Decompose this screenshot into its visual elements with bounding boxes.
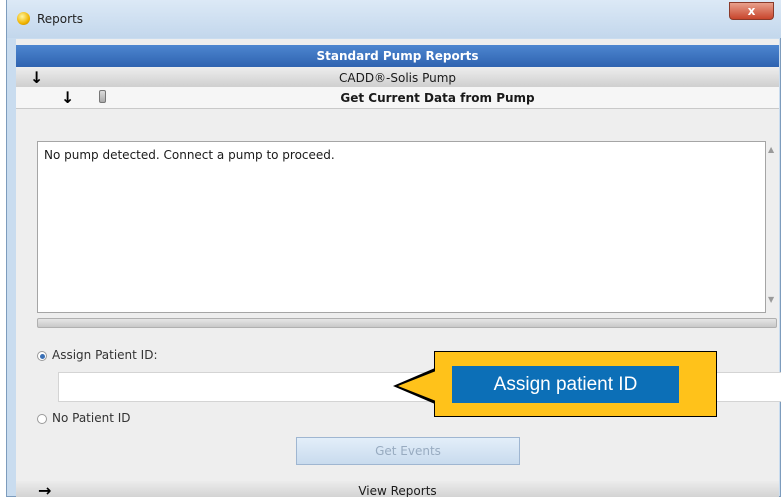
pump-row[interactable]: ↓ CADD®-Solis Pump — [16, 68, 779, 88]
close-button[interactable]: x — [729, 2, 774, 20]
assign-patient-id-label: Assign Patient ID: — [52, 348, 158, 362]
view-reports-label: View Reports — [358, 484, 437, 497]
callout-annotation: Assign patient ID — [434, 351, 717, 417]
callout-label: Assign patient ID — [452, 366, 679, 403]
view-reports-row[interactable]: → View Reports — [16, 481, 779, 497]
title-bar: Reports x — [7, 0, 781, 38]
get-current-data-label: Get Current Data from Pump — [340, 91, 535, 105]
app-icon — [17, 12, 30, 25]
reports-content: Standard Pump Reports ↓ CADD®-Solis Pump… — [16, 39, 781, 497]
assign-patient-id-radio[interactable] — [37, 351, 47, 361]
get-current-data-row[interactable]: ↓ Get Current Data from Pump — [16, 87, 779, 109]
scroll-up-icon[interactable]: ▲ — [768, 145, 774, 154]
no-patient-id-label: No Patient ID — [52, 411, 131, 425]
no-patient-id-radio[interactable] — [37, 414, 47, 424]
pump-row-label: CADD®-Solis Pump — [338, 71, 457, 85]
reports-window: Reports x Standard Pump Reports ↓ CADD®-… — [6, 0, 781, 497]
get-events-button[interactable]: Get Events — [296, 437, 520, 465]
status-message: No pump detected. Connect a pump to proc… — [44, 148, 335, 162]
window-title: Reports — [37, 12, 84, 26]
status-text-area[interactable]: No pump detected. Connect a pump to proc… — [37, 141, 766, 313]
standard-pump-reports-header: Standard Pump Reports — [16, 45, 779, 67]
scroll-down-icon[interactable]: ▼ — [768, 295, 774, 304]
progress-bar — [37, 318, 777, 328]
callout-pointer-fill — [398, 371, 436, 401]
